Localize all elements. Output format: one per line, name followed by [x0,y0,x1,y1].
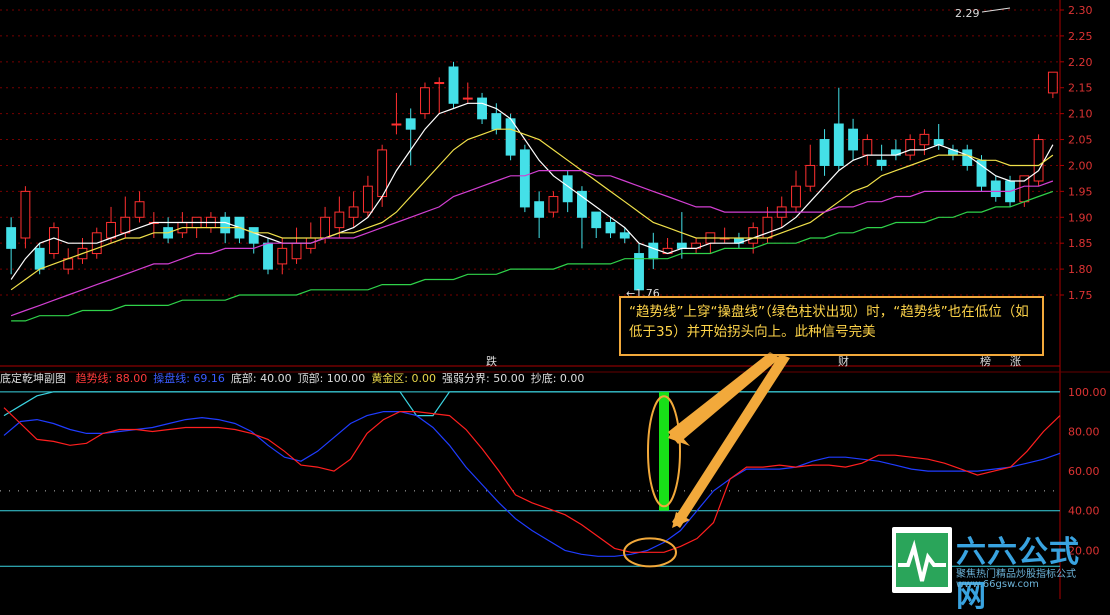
indicator-tick-label: 100.00 [1068,386,1107,399]
candle-body [448,66,459,104]
indicator-name[interactable]: 底定乾坤副图 [0,372,66,385]
candle-body [819,139,830,166]
candle-body [648,242,659,260]
candle-body [605,221,616,234]
indicator-field: 操盘线: 69.16 [153,372,225,385]
candle-body [619,232,630,239]
top-envelope-line [3,391,1060,417]
price-tick-label: 2.05 [1068,134,1093,147]
price-tick-label: 2.10 [1068,108,1093,121]
candle-body [1047,71,1058,94]
indicator-field: 底部: 40.00 [230,372,292,385]
annotation-box: “趋势线”上穿“操盘线”（绿色柱状出现）时，“趋势线”也在低位（如低于35）并开… [619,296,1044,356]
date-marker: 榜 [980,354,991,368]
gold-signal-bar [659,391,669,511]
candle-body [976,159,987,187]
candle-body [491,113,502,130]
indicator-field: 趋势线: 88.00 [75,372,148,385]
indicator-tick-label: 80.00 [1068,425,1100,438]
indicator-field: 顶部: 100.00 [297,372,366,385]
logo-mark-icon [892,527,952,593]
candle-body [405,118,416,130]
candle-body [434,82,445,85]
price-tick-label: 2.30 [1068,4,1093,17]
candle-body [20,190,31,239]
candle-body [791,185,801,208]
candle-body [420,87,430,115]
candle-body [134,201,145,218]
indicator-field: 黄金区: 0.00 [371,372,437,385]
logo-subtitle: 聚焦热门精品炒股指标公式 [956,569,1076,580]
date-marker: 跌 [486,354,497,368]
price-tick-label: 1.80 [1068,263,1093,276]
candle-body [534,201,545,218]
candle-body [6,227,17,249]
candle-body [933,139,944,146]
price-tick-label: 1.90 [1068,211,1093,224]
candle-body [876,159,887,166]
date-marker: 涨 [1010,355,1021,368]
candle-body [320,216,331,239]
price-tick-label: 1.85 [1068,237,1093,250]
candle-body [477,97,487,120]
price-panel[interactable] [6,61,1058,322]
annotation-text: “趋势线”上穿“操盘线”（绿色柱状出现）时，“趋势线”也在低位（如低于35）并开… [629,304,1029,340]
candle-body [591,211,602,229]
price-tick-label: 2.25 [1068,30,1093,43]
candle-body [919,133,930,146]
indicator-field: 强弱分界: 50.00 [442,372,525,385]
price-high-arrow [981,7,1011,13]
chart-overlays: 2.29←1.76跌财榜涨 [486,7,1021,568]
candle-body [805,164,816,187]
candle-body [462,97,473,100]
candle-body [348,206,359,218]
candle-body [391,123,402,126]
logo-url: www.66gsw.com [956,579,1039,590]
indicator-tick-label: 60.00 [1068,465,1100,478]
candle-body [362,185,373,213]
candle-body [377,149,388,198]
candle-body [120,216,131,234]
candle-body [291,242,302,260]
price-tick-label: 2.20 [1068,56,1093,69]
candle-body [49,227,59,255]
candle-body [220,216,231,234]
candle-body [1019,175,1030,203]
candle-body [519,149,530,208]
candle-body [248,227,259,244]
candle-body [334,211,345,229]
price-tick-label: 1.75 [1068,289,1093,302]
ma-slow-line [10,170,1054,317]
candle-body [676,242,687,249]
candle-body [277,247,288,265]
date-marker: 财 [838,354,849,368]
candle-body [577,190,587,218]
candle-body [833,123,844,166]
price-tick-label: 2.15 [1068,82,1093,95]
indicator-tick-label: 40.00 [1068,505,1100,518]
price-tick-label: 1.95 [1068,185,1093,198]
price-tick-label: 2.00 [1068,159,1093,172]
indicator-field: 抄底: 0.00 [530,372,585,385]
candle-body [748,227,759,244]
ma-fast-line [10,102,1054,280]
candle-body [990,180,1001,198]
price-axis: 2.30 2.25 2.20 2.15 2.10 2.05 2.00 1.95 1.90 1.85… [1060,4,1107,557]
candle-body [106,221,116,239]
price-high-marker: 2.29 [955,7,980,20]
candle-body [905,139,916,156]
candle-body [862,139,873,156]
candle-body [848,128,859,151]
indicator-info-bar: 底定乾坤副图 趋势线: 88.00 操盘线: 69.16 底部: 40.00 顶部: … [0,372,1060,386]
candle-body [762,216,773,239]
candle-body [34,247,45,270]
site-logo: 六六公式网 聚焦热门精品炒股指标公式 www.66gsw.com [892,527,1110,614]
indicator-fields: 趋势线: 88.00 操盘线: 69.16 底部: 40.00 顶部: 100.00 黄… [76,372,591,385]
candle-body [1033,139,1044,182]
candle-body [263,242,273,270]
candle-body [548,196,559,213]
